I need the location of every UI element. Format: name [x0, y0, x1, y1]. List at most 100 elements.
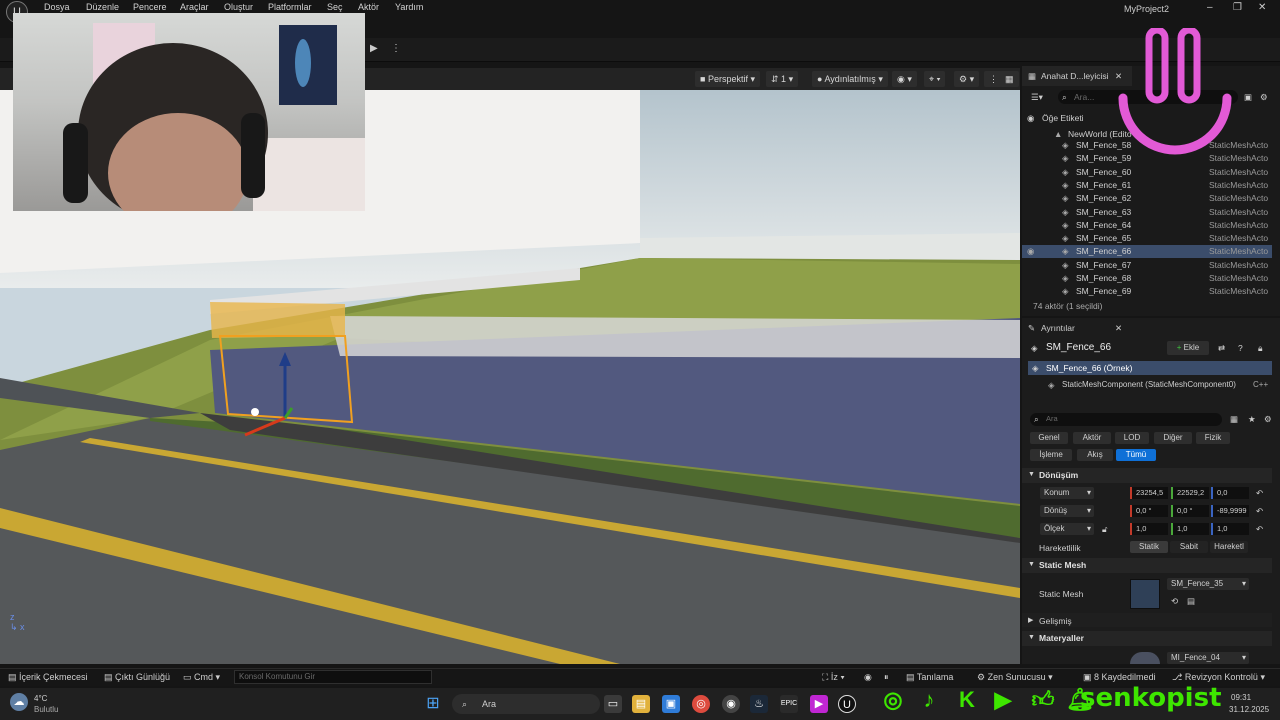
- location-dropdown[interactable]: Konum ▾: [1040, 487, 1094, 499]
- reset-scale-icon[interactable]: ↶: [1256, 524, 1263, 535]
- filter-icon[interactable]: ☰▾: [1031, 92, 1043, 103]
- pause-icon[interactable]: ⏸: [884, 672, 889, 683]
- maximize-icon[interactable]: ❐: [1233, 2, 1242, 13]
- file-explorer-icon[interactable]: ▤: [632, 695, 650, 713]
- filter-misc[interactable]: Diğer: [1154, 432, 1192, 444]
- mobility-movable[interactable]: Hareketl: [1210, 541, 1248, 553]
- camera-speed-button[interactable]: ⇵ 1 ▾: [766, 71, 799, 87]
- app-icon[interactable]: ▶: [810, 695, 828, 713]
- scale-x-field[interactable]: 1,0: [1130, 523, 1168, 535]
- scale-y-field[interactable]: 1,0: [1171, 523, 1209, 535]
- diagnostics-button[interactable]: ▤ Tanılama: [906, 672, 953, 683]
- cmd-dropdown[interactable]: ▭ Cmd ▾: [183, 672, 220, 683]
- scale-dropdown[interactable]: Ölçek ▾: [1040, 523, 1094, 535]
- zen-server-button[interactable]: ⚙ Zen Sunucusu ▾: [977, 672, 1053, 683]
- outliner-row[interactable]: ◈ SM_Fence_65 StaticMeshActo: [1022, 232, 1272, 245]
- outliner-row[interactable]: ◈ SM_Fence_67 StaticMeshActo: [1022, 259, 1272, 272]
- steam-icon[interactable]: ♨: [750, 695, 768, 713]
- weather-icon[interactable]: ☁: [10, 693, 28, 711]
- task-view-icon[interactable]: ▭: [604, 695, 622, 713]
- lock-icon[interactable]: 🔒︎: [1258, 343, 1263, 354]
- viewport-settings-button[interactable]: ⚙ ▾: [954, 71, 980, 87]
- details-search-input[interactable]: Ara: [1030, 413, 1222, 426]
- filter-general[interactable]: Genel: [1030, 432, 1068, 444]
- component-row[interactable]: StaticMeshComponent (StaticMeshComponent…: [1062, 380, 1236, 389]
- rotation-z-field[interactable]: -89,9999: [1211, 505, 1249, 517]
- perspective-button[interactable]: ■ Perspektif ▾: [695, 71, 760, 87]
- content-drawer-button[interactable]: ▤ İçerik Çekmecesi: [8, 672, 88, 683]
- add-component-button[interactable]: + Ekle: [1167, 341, 1209, 355]
- filter-physics[interactable]: Fizik: [1196, 432, 1230, 444]
- menu-build[interactable]: Oluştur: [224, 2, 253, 12]
- outliner-row[interactable]: ◈ SM_Fence_63 StaticMeshActo: [1022, 206, 1272, 219]
- blueprint-icon[interactable]: ⇄: [1218, 343, 1225, 354]
- revision-control-button[interactable]: ⎇ Revizyon Kontrolü ▾: [1172, 672, 1265, 683]
- unsaved-button[interactable]: ▣ 8 Kaydedilmedi: [1083, 672, 1156, 683]
- reset-rotation-icon[interactable]: ↶: [1256, 506, 1263, 517]
- chrome-icon[interactable]: ◎: [692, 695, 710, 713]
- taskbar-search-box[interactable]: Ara: [452, 694, 600, 714]
- location-x-field[interactable]: 23254,5: [1130, 487, 1168, 499]
- outliner-row[interactable]: ◉ ◈ SM_Fence_66 StaticMeshActo: [1022, 245, 1272, 259]
- details-tab-title[interactable]: Ayrıntılar: [1041, 323, 1075, 333]
- mobility-static[interactable]: Statik: [1130, 541, 1168, 553]
- material-dropdown[interactable]: MI_Fence_04 ▾: [1167, 652, 1249, 664]
- filter-rendering[interactable]: İşleme: [1030, 449, 1072, 461]
- static-mesh-section-header[interactable]: Static Mesh: [1022, 558, 1272, 573]
- filter-all[interactable]: Tümü: [1116, 449, 1156, 461]
- console-command-input[interactable]: Konsol Komutunu Gir: [234, 670, 432, 684]
- transform-section-header[interactable]: Dönüşüm: [1022, 468, 1272, 483]
- rotation-dropdown[interactable]: Dönüş ▾: [1040, 505, 1094, 517]
- show-button[interactable]: ◉ ▾: [892, 71, 917, 87]
- scale-z-field[interactable]: 1,0: [1211, 523, 1249, 535]
- unreal-engine-icon[interactable]: U: [838, 695, 856, 713]
- outliner-row[interactable]: ◈ SM_Fence_62 StaticMeshActo: [1022, 192, 1272, 205]
- material-thumbnail[interactable]: [1130, 652, 1160, 664]
- outliner-row[interactable]: ◈ SM_Fence_60 StaticMeshActo: [1022, 166, 1272, 179]
- menu-help[interactable]: Yardım: [395, 2, 423, 12]
- static-mesh-dropdown[interactable]: SM_Fence_35 ▾: [1167, 578, 1249, 590]
- store-icon[interactable]: ▣: [662, 695, 680, 713]
- favorite-star-icon[interactable]: ★: [1248, 414, 1256, 425]
- reset-location-icon[interactable]: ↶: [1256, 488, 1263, 499]
- location-y-field[interactable]: 22529,2: [1171, 487, 1209, 499]
- obs-icon[interactable]: ◉: [722, 695, 740, 713]
- minimize-icon[interactable]: –: [1207, 2, 1213, 13]
- details-settings-icon[interactable]: ⚙: [1264, 414, 1272, 425]
- materials-section-header[interactable]: Materyaller: [1022, 631, 1272, 646]
- snap-button[interactable]: ⌖ ▾: [924, 71, 946, 87]
- menu-tools[interactable]: Araçlar: [180, 2, 209, 12]
- epic-games-icon[interactable]: EPIC: [780, 695, 798, 713]
- filter-streaming[interactable]: Akış: [1077, 449, 1113, 461]
- folder-icon[interactable]: ▣: [1244, 92, 1252, 103]
- browse-icon[interactable]: ▤: [1187, 596, 1195, 607]
- outliner-row[interactable]: ◈ SM_Fence_68 StaticMeshActo: [1022, 272, 1272, 285]
- outliner-row[interactable]: ◈ SM_Fence_61 StaticMeshActo: [1022, 179, 1272, 192]
- visibility-eye-icon[interactable]: ◉: [1027, 245, 1034, 258]
- pivot-point[interactable]: [251, 408, 259, 416]
- menu-actor[interactable]: Aktör: [358, 2, 379, 12]
- menu-platforms[interactable]: Platformlar: [268, 2, 312, 12]
- trace-button[interactable]: ⛶ İz ▾: [822, 672, 845, 683]
- output-log-button[interactable]: ▤ Çıktı Günlüğü: [104, 672, 170, 683]
- location-z-field[interactable]: 0,0: [1211, 487, 1249, 499]
- help-icon[interactable]: ?: [1238, 343, 1243, 353]
- table-view-icon[interactable]: ▦: [1230, 414, 1238, 425]
- filter-lod[interactable]: LOD: [1115, 432, 1149, 444]
- menu-file[interactable]: Dosya: [44, 2, 70, 12]
- settings-icon[interactable]: ⚙: [1260, 92, 1268, 103]
- menu-edit[interactable]: Düzenle: [86, 2, 119, 12]
- windows-start-icon[interactable]: ⊞: [424, 695, 442, 713]
- static-mesh-thumbnail[interactable]: [1130, 579, 1160, 609]
- close-icon[interactable]: ✕: [1258, 2, 1266, 13]
- mobility-stationary[interactable]: Sabit: [1170, 541, 1208, 553]
- menu-window[interactable]: Pencere: [133, 2, 167, 12]
- record-icon[interactable]: ◉: [864, 672, 872, 683]
- scale-lock-icon[interactable]: 🔓︎: [1102, 524, 1108, 535]
- more-options-icon[interactable]: ⋮: [391, 43, 401, 54]
- menu-select[interactable]: Seç: [327, 2, 343, 12]
- lit-mode-button[interactable]: ● Aydınlatılmış ▾: [812, 71, 888, 87]
- rotation-x-field[interactable]: 0,0 °: [1130, 505, 1168, 517]
- viewport-layout-button[interactable]: ▦: [1000, 71, 1019, 87]
- play-icon[interactable]: ▶: [370, 43, 384, 57]
